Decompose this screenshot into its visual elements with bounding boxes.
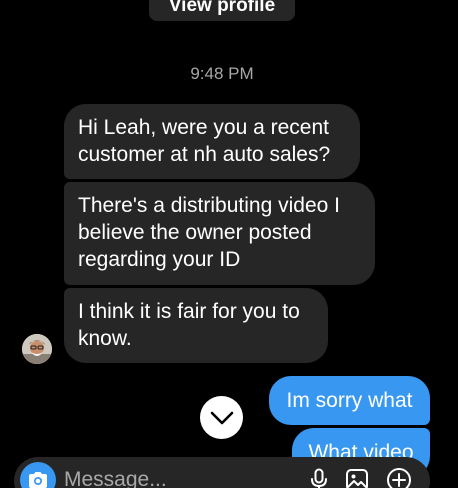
message-composer [14,457,430,488]
incoming-message-bubble[interactable]: Hi Leah, were you a recent customer at n… [64,104,360,179]
message-input[interactable] [64,467,244,488]
add-attachment-button[interactable] [386,467,412,488]
incoming-message-bubble[interactable]: There's a distributing video I believe t… [64,182,375,285]
view-profile-button[interactable]: View profile [149,0,295,21]
camera-button[interactable] [20,462,56,488]
message-line: There's a distributing video I [78,194,340,217]
sender-avatar[interactable] [22,334,52,364]
message-line: know. [78,327,132,350]
message-timestamp: 9:48 PM [190,64,254,83]
gallery-button[interactable] [344,467,370,488]
incoming-message-bubble[interactable]: I think it is fair for you to know. [64,288,328,363]
plus-circle-icon [387,468,411,488]
image-icon [346,469,368,488]
message-line: I think it is fair for you to [78,300,300,323]
microphone-icon [311,468,327,488]
camera-icon [29,472,47,488]
chevron-down-icon [210,411,233,424]
message-line: regarding your ID [78,248,241,271]
dm-conversation-screen: View profile 9:48 PM Hi Leah, were you a… [0,0,458,488]
scroll-to-bottom-button[interactable] [200,396,243,439]
message-line: believe the owner posted [78,221,312,244]
message-line: Hi Leah, were you a recent [78,116,329,139]
voice-message-button[interactable] [306,467,332,488]
outgoing-message-bubble[interactable]: Im sorry what [269,376,430,425]
message-line: customer at nh auto sales? [78,143,331,166]
avatar-image [22,334,52,364]
